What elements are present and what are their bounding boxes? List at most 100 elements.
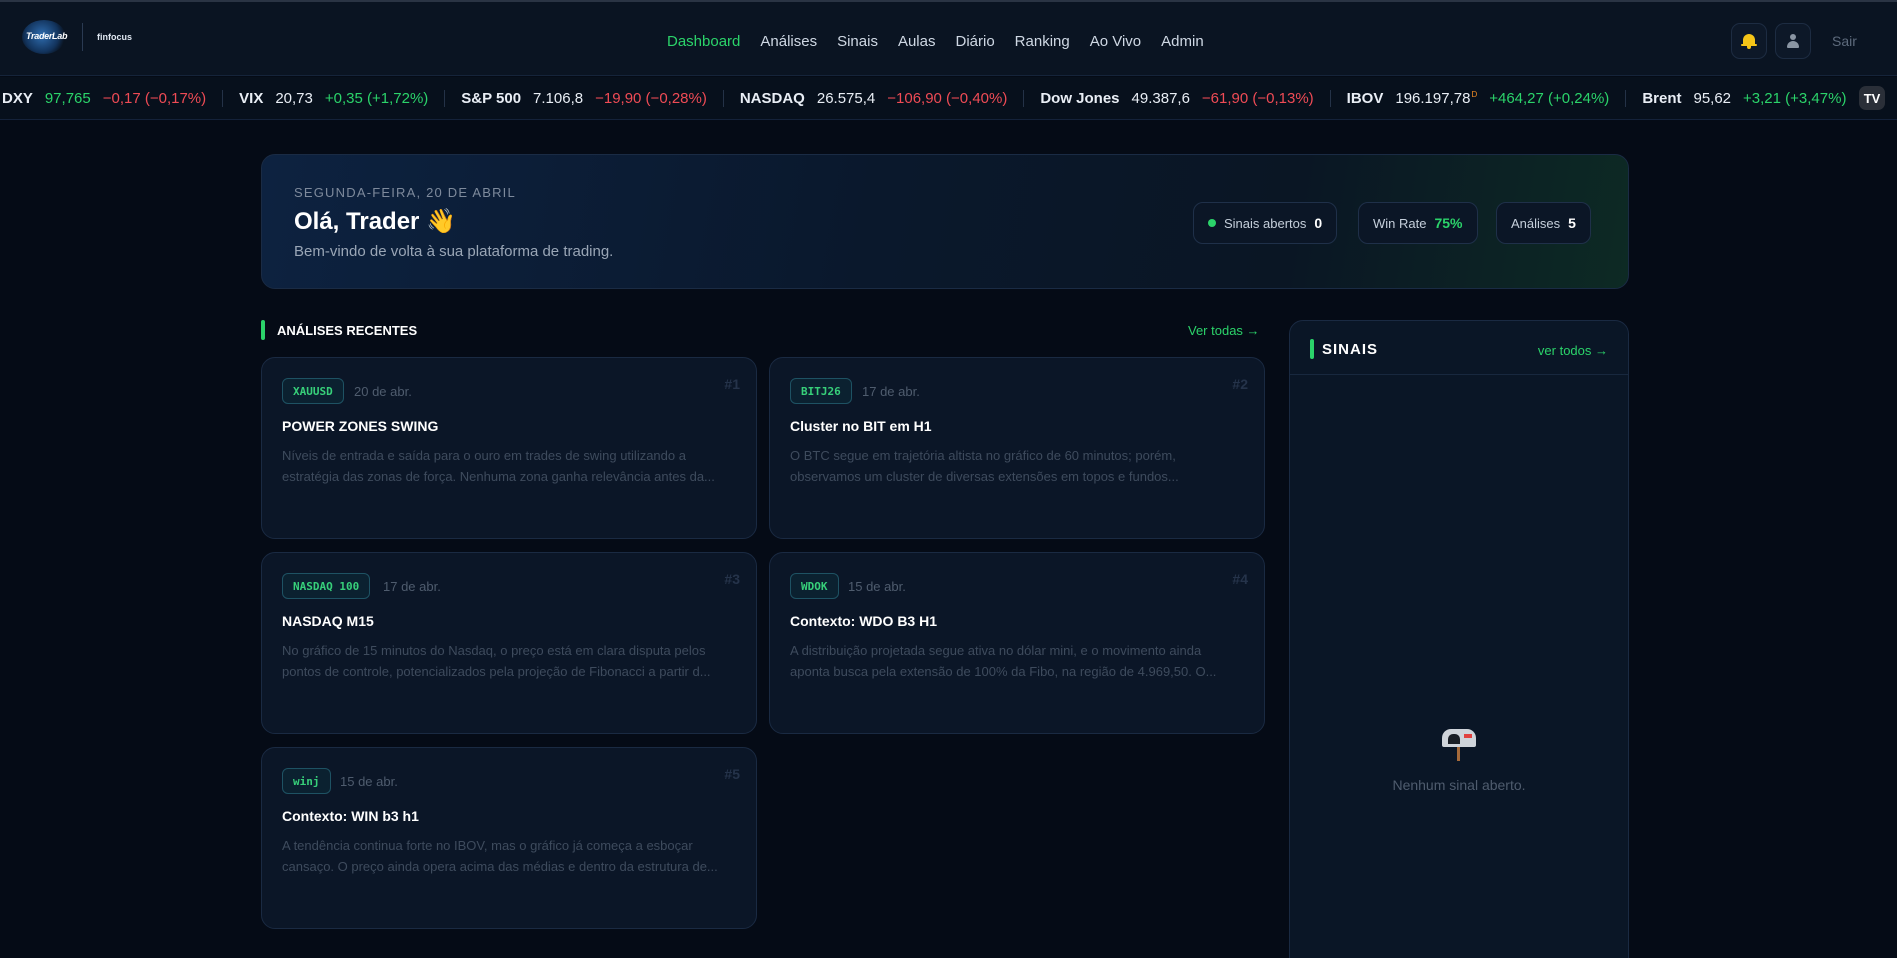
asset-tag: XAUUSD xyxy=(282,378,344,404)
top-navbar: TraderLab finfocus Dashboard Análises Si… xyxy=(0,0,1897,76)
asset-tag: NASDAQ 100 xyxy=(282,573,371,599)
analysis-title: Contexto: WDO B3 H1 xyxy=(790,613,937,629)
ticker-item[interactable]: IBOV 196.197,78D +464,27 (+0,24%) xyxy=(1347,90,1627,107)
greeting-subtitle: Bem-vindo de volta à sua plataforma de t… xyxy=(294,243,614,260)
profile-button[interactable] xyxy=(1775,23,1811,59)
ticker-value: 95,62 xyxy=(1693,90,1732,107)
partner-logo: finfocus xyxy=(97,32,132,42)
asset-tag: WDOK xyxy=(790,573,839,599)
stat-label: Análises xyxy=(1511,215,1561,231)
user-icon xyxy=(1786,34,1800,48)
section-accent-bar xyxy=(261,320,265,340)
see-all-signals-link[interactable]: ver todos → xyxy=(1538,343,1608,358)
current-date: SEGUNDA-FEIRA, 20 DE ABRIL xyxy=(294,185,516,200)
ticker-value: 7.106,8 xyxy=(533,90,584,107)
ticker-value: 26.575,4 xyxy=(816,90,876,107)
ticker-symbol: VIX xyxy=(239,90,264,107)
greeting-title: Olá, Trader 👋 xyxy=(294,208,456,235)
recent-analyses-header: ANÁLISES RECENTES xyxy=(261,320,417,340)
ticker-item[interactable]: VIX 20,73 +0,35 (+1,72%) xyxy=(239,90,446,107)
notifications-button[interactable] xyxy=(1731,23,1767,59)
analysis-description: O BTC segue em trajetória altista no grá… xyxy=(790,448,1179,484)
nav-dashboard[interactable]: Dashboard xyxy=(667,33,740,50)
ticker-change: −19,90 (−0,28%) xyxy=(595,90,707,107)
analysis-date: 17 de abr. xyxy=(383,579,441,594)
ticker-change: −61,90 (−0,13%) xyxy=(1201,90,1314,107)
analysis-date: 15 de abr. xyxy=(848,579,906,594)
analyses-count-stat: Análises 5 xyxy=(1496,202,1591,244)
stat-value: 75% xyxy=(1434,215,1463,231)
analysis-title: Cluster no BIT em H1 xyxy=(790,418,932,434)
nav-analises[interactable]: Análises xyxy=(760,33,817,50)
win-rate-stat: Win Rate 75% xyxy=(1358,202,1478,244)
analysis-description: A distribuição projetada segue ativa no … xyxy=(790,643,1217,679)
nav-ranking[interactable]: Ranking xyxy=(1015,33,1070,50)
analysis-number: #4 xyxy=(1232,571,1248,587)
analysis-description: Níveis de entrada e saída para o ouro em… xyxy=(282,448,715,484)
nav-admin[interactable]: Admin xyxy=(1161,33,1204,50)
ticker-symbol: DXY xyxy=(2,90,33,107)
see-all-analyses-link[interactable]: Ver todas → xyxy=(1188,323,1260,338)
analysis-card[interactable]: winj 15 de abr. #5 Contexto: WIN b3 h1 A… xyxy=(261,747,757,929)
ticker-item[interactable]: DXY 97,765 −0,17 (−0,17%) xyxy=(2,90,224,107)
ticker-value: 49.387,6 xyxy=(1131,90,1190,107)
analysis-date: 15 de abr. xyxy=(340,774,398,789)
nav-sinais[interactable]: Sinais xyxy=(837,33,878,50)
ticker-item[interactable]: Dow Jones 49.387,6 −61,90 (−0,13%) xyxy=(1040,90,1331,107)
tradingview-icon[interactable]: TV xyxy=(1859,86,1885,110)
stat-value: 5 xyxy=(1568,215,1576,231)
analysis-title: NASDAQ M15 xyxy=(282,613,374,629)
delayed-marker: D xyxy=(1471,90,1478,99)
ticker-change: +464,27 (+0,24%) xyxy=(1489,90,1610,107)
stat-label: Win Rate xyxy=(1373,215,1427,231)
analysis-title: POWER ZONES SWING xyxy=(282,418,439,434)
ticker-value: 97,765 xyxy=(44,90,91,107)
asset-tag: BITJ26 xyxy=(790,378,852,404)
analysis-card[interactable]: BITJ26 17 de abr. #2 Cluster no BIT em H… xyxy=(769,357,1265,539)
empty-signals-message: Nenhum sinal aberto. xyxy=(1392,777,1526,793)
brand-logo[interactable]: TraderLab finfocus xyxy=(22,20,132,54)
analysis-card[interactable]: NASDAQ 100 17 de abr. #3 NASDAQ M15 No g… xyxy=(261,552,757,734)
section-title: ANÁLISES RECENTES xyxy=(277,322,418,338)
open-signals-stat: Sinais abertos 0 xyxy=(1193,202,1338,244)
main-nav: Dashboard Análises Sinais Aulas Diário R… xyxy=(667,33,1204,50)
analysis-description: A tendência continua forte no IBOV, mas … xyxy=(282,838,718,874)
logo-text: TraderLab xyxy=(26,31,68,41)
ticker-change: −0,17 (−0,17%) xyxy=(102,90,207,107)
welcome-banner: SEGUNDA-FEIRA, 20 DE ABRIL Olá, Trader 👋… xyxy=(261,154,1629,289)
mailbox-icon xyxy=(1440,725,1480,765)
ticker-item[interactable]: S&P 500 7.106,8 −19,90 (−0,28%) xyxy=(461,90,724,107)
ticker-symbol: IBOV xyxy=(1346,90,1384,107)
analysis-number: #2 xyxy=(1232,376,1248,392)
analysis-card[interactable]: WDOK 15 de abr. #4 Contexto: WDO B3 H1 A… xyxy=(769,552,1265,734)
nav-diario[interactable]: Diário xyxy=(955,33,994,50)
ticker-value: 20,73 xyxy=(275,90,313,107)
nav-aulas[interactable]: Aulas xyxy=(898,33,936,50)
status-dot-icon xyxy=(1208,219,1216,227)
asset-tag: winj xyxy=(282,768,331,794)
section-accent-bar xyxy=(1310,339,1314,359)
logout-button[interactable]: Sair xyxy=(1832,33,1857,49)
market-ticker: DXY 97,765 −0,17 (−0,17%) VIX 20,73 +0,3… xyxy=(0,77,1897,120)
ticker-item[interactable]: NASDAQ 26.575,4 −106,90 (−0,40%) xyxy=(740,90,1025,107)
analysis-number: #1 xyxy=(724,376,740,392)
nav-ao-vivo[interactable]: Ao Vivo xyxy=(1090,33,1141,50)
logo-divider xyxy=(82,23,83,51)
analysis-title: Contexto: WIN b3 h1 xyxy=(282,808,419,824)
stat-label: Sinais abertos xyxy=(1224,215,1307,231)
ticker-symbol: Brent xyxy=(1642,90,1682,107)
ticker-item[interactable]: Brent 95,62 +3,21 (+3,47%) xyxy=(1642,90,1862,107)
ticker-symbol: S&P 500 xyxy=(461,90,522,107)
ticker-symbol: NASDAQ xyxy=(739,90,805,107)
signals-panel: SINAIS ver todos → Nenhum sinal aberto. xyxy=(1289,320,1629,958)
analysis-number: #5 xyxy=(724,766,740,782)
analysis-card[interactable]: XAUUSD 20 de abr. #1 POWER ZONES SWING N… xyxy=(261,357,757,539)
ticker-change: +3,21 (+3,47%) xyxy=(1743,90,1847,107)
signals-header: SINAIS ver todos → xyxy=(1290,321,1628,375)
analysis-description: No gráfico de 15 minutos do Nasdaq, o pr… xyxy=(282,643,711,679)
analysis-number: #3 xyxy=(724,571,740,587)
ticker-change: −106,90 (−0,40%) xyxy=(887,90,1008,107)
signals-title: SINAIS xyxy=(1322,341,1379,358)
ticker-symbol: Dow Jones xyxy=(1040,90,1120,107)
ticker-value: 196.197,78D xyxy=(1395,90,1477,107)
